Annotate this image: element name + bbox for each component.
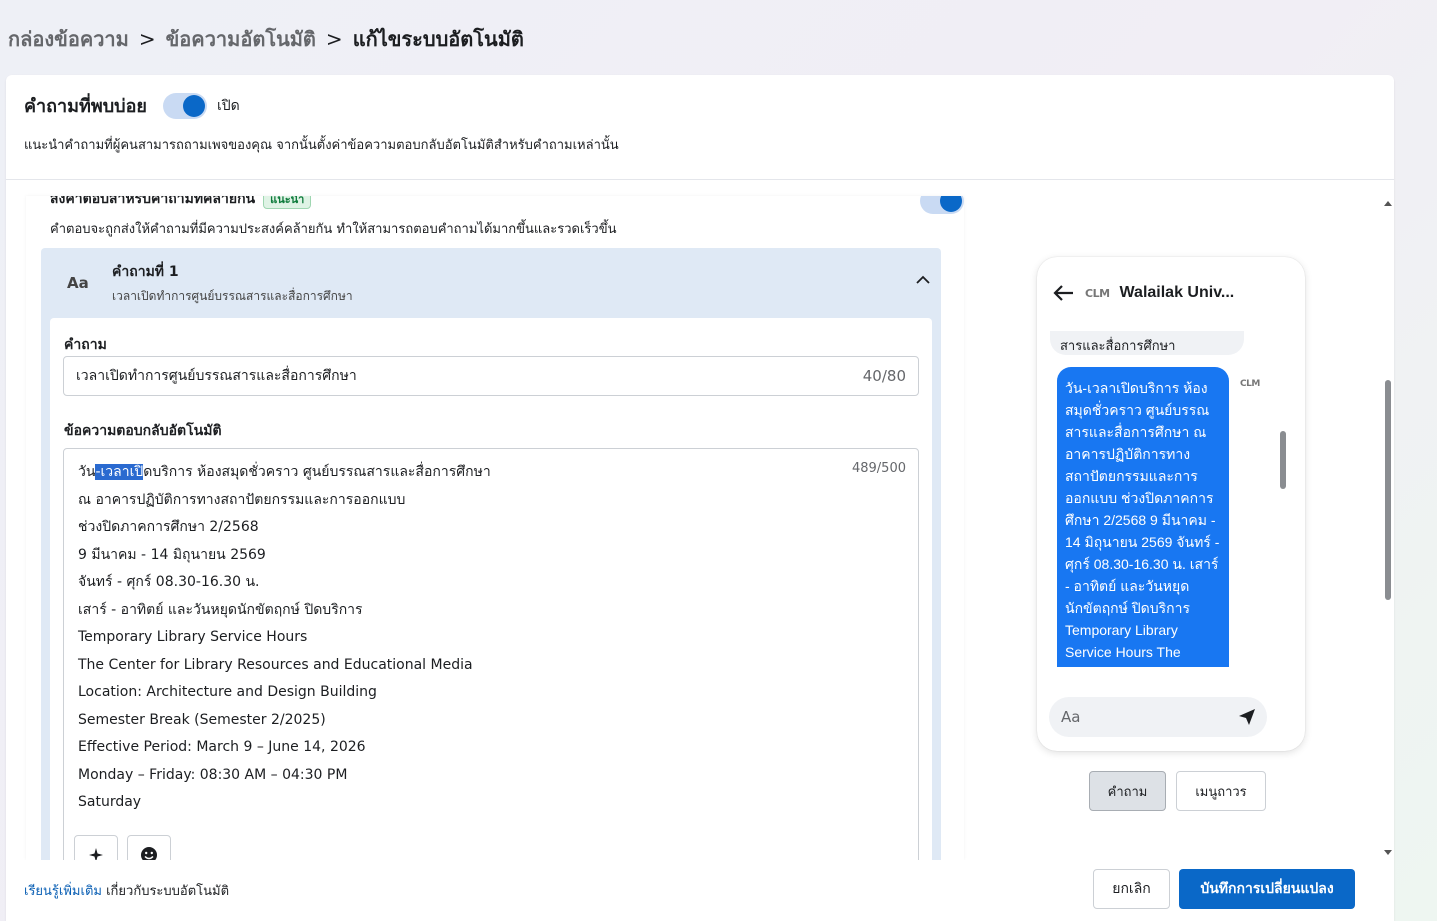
messenger-preview: CLM Walailak Univ... สารและสื่อการศึกษา … <box>964 180 1384 860</box>
learn-more-link[interactable]: เรียนรู้เพิ่มเติม <box>24 884 102 899</box>
editor-scroll-area: ส่งคำตอบสำหรับคำถามที่คล้ายกัน แนะนำ คำต… <box>6 180 1394 860</box>
footer-help-text: เกี่ยวกับระบบอัตโนมัติ <box>101 884 230 899</box>
editor-scrollbar[interactable] <box>1381 180 1394 860</box>
incoming-message: สารและสื่อการศึกษา <box>1050 331 1244 355</box>
personalize-button[interactable] <box>74 835 118 860</box>
cancel-button[interactable]: ยกเลิก <box>1093 869 1170 909</box>
reply-line: 9 มีนาคม - 14 มิถุนายน 2569 <box>78 546 266 563</box>
reply-line: Location: Architecture and Design Buildi… <box>78 684 377 700</box>
reply-line: จันทร์ - ศุกร์ 08.30-16.30 น. <box>78 574 260 590</box>
reply-line: วัน-เวลาเปิดบริการ ห้องสมุดชั่วคราว ศูนย… <box>78 464 491 480</box>
selected-text: -เวลาเปิ <box>95 464 144 480</box>
auto-reply-bubble: วัน-เวลาเปิดบริการ ห้องสมุดชั่วคราว ศูนย… <box>1057 367 1229 667</box>
reply-line: Effective Period: March 9 – June 14, 202… <box>78 739 366 755</box>
faq-toggle-label: เปิด <box>216 97 240 114</box>
reply-line: เสาร์ - อาทิตย์ และวันหยุดนักขัตฤกษ์ ปิด… <box>78 601 363 618</box>
footer-help: เรียนรู้เพิ่มเติม เกี่ยวกับระบบอัตโนมัติ <box>24 880 229 901</box>
similar-toggle[interactable] <box>920 196 964 214</box>
breadcrumb-separator: > <box>325 27 343 51</box>
question-1-subtitle: เวลาเปิดทำการศูนย์บรรณสารและสื่อการศึกษา <box>112 288 353 303</box>
faq-header: คำถามที่พบบ่อย เปิด แนะนำคำถามที่ผู้คนสา… <box>6 75 1394 180</box>
chat-messages: สารและสื่อการศึกษา วัน-เวลาเปิดบริการ ห้… <box>1037 331 1305 667</box>
tab-persistent-menu[interactable]: เมนูถาวร <box>1176 771 1266 811</box>
breadcrumb-automated-messages[interactable]: ข้อความอัตโนมัติ <box>166 23 316 55</box>
reply-field-label: ข้อความตอบกลับอัตโนมัติ <box>64 423 222 439</box>
page-name: Walailak Univ... <box>1119 284 1235 301</box>
question-editor-column: ส่งคำตอบสำหรับคำถามที่คล้ายกัน แนะนำ คำต… <box>26 196 964 860</box>
reply-line: Saturday <box>78 794 142 810</box>
reply-line: ช่วงปิดภาคการศึกษา 2/2568 <box>78 519 259 535</box>
question-input-value: เวลาเปิดทำการศูนย์บรรณสารและสื่อการศึกษา <box>76 368 357 384</box>
toggle-knob <box>940 196 962 212</box>
question-field-label: คำถาม <box>64 337 107 353</box>
reply-line: Monday – Friday: 08:30 AM – 04:30 PM <box>78 766 348 783</box>
page-logo: CLM <box>1085 286 1110 300</box>
faq-title: คำถามที่พบบ่อย <box>24 96 147 117</box>
similar-title: ส่งคำตอบสำหรับคำถามที่คล้ายกัน <box>50 196 256 207</box>
preview-tabs: คำถาม เมนูถาวร <box>1089 771 1266 811</box>
question-char-counter: 40/80 <box>862 367 906 385</box>
text-type-icon: Aa <box>67 274 89 292</box>
question-input[interactable]: เวลาเปิดทำการศูนย์บรรณสารและสื่อการศึกษา… <box>63 356 919 396</box>
similar-questions-setting: ส่งคำตอบสำหรับคำถามที่คล้ายกัน แนะนำ คำต… <box>50 196 964 239</box>
similar-description: คำตอบจะถูกส่งให้คำถามที่มีความประสงค์คล้… <box>50 222 617 237</box>
question-1-header[interactable]: Aa คำถามที่ 1 เวลาเปิดทำการศูนย์บรรณสารแ… <box>41 248 941 318</box>
chat-header: CLM Walailak Univ... <box>1037 257 1305 329</box>
sparkle-icon <box>89 848 103 860</box>
reply-line: Semester Break (Semester 2/2025) <box>78 711 326 728</box>
footer-bar: เรียนรู้เพิ่มเติม เกี่ยวกับระบบอัตโนมัติ… <box>6 860 1394 921</box>
reply-line: ณ อาคารปฏิบัติการทางสถาปัตยกรรมและการออก… <box>78 491 406 508</box>
send-icon[interactable] <box>1237 707 1257 727</box>
breadcrumb-current: แก้ไขระบบอัตโนมัติ <box>352 27 524 51</box>
recommended-badge: แนะนำ <box>263 196 312 209</box>
page-avatar: CLM <box>1240 379 1260 389</box>
breadcrumb-separator: > <box>138 27 156 51</box>
reply-line: Temporary Library Service Hours <box>78 629 308 645</box>
phone-preview: CLM Walailak Univ... สารและสื่อการศึกษา … <box>1037 257 1305 751</box>
message-input-placeholder: Aa <box>1061 708 1081 726</box>
reply-line: The Center for Library Resources and Edu… <box>78 656 473 673</box>
chat-scrollbar[interactable] <box>1279 431 1287 661</box>
faq-toggle[interactable] <box>162 92 207 119</box>
reply-textarea[interactable]: วัน-เวลาเปิดบริการ ห้องสมุดชั่วคราว ศูนย… <box>63 448 919 860</box>
save-changes-button[interactable]: บันทึกการเปลี่ยนแปลง <box>1179 869 1355 909</box>
back-arrow-icon[interactable] <box>1053 284 1075 302</box>
chevron-up-icon[interactable] <box>915 272 931 288</box>
breadcrumb: กล่องข้อความ > ข้อความอัตโนมัติ > แก้ไขร… <box>8 24 524 54</box>
emoji-button[interactable] <box>127 835 171 860</box>
question-1-title: คำถามที่ 1 <box>112 263 179 280</box>
message-input[interactable]: Aa <box>1049 697 1267 737</box>
emoji-icon <box>141 847 157 860</box>
reply-char-counter: 489/500 <box>851 461 906 476</box>
breadcrumb-inbox[interactable]: กล่องข้อความ <box>8 23 129 55</box>
automation-editor-card: คำถามที่พบบ่อย เปิด แนะนำคำถามที่ผู้คนสา… <box>6 75 1394 921</box>
toggle-knob <box>182 94 205 117</box>
tab-questions[interactable]: คำถาม <box>1089 771 1166 811</box>
question-1-body: คำถาม เวลาเปิดทำการศูนย์บรรณสารและสื่อกา… <box>50 318 932 860</box>
question-1-panel: Aa คำถามที่ 1 เวลาเปิดทำการศูนย์บรรณสารแ… <box>41 248 941 860</box>
faq-description: แนะนำคำถามที่ผู้คนสามารถถามเพจของคุณ จาก… <box>24 138 619 153</box>
